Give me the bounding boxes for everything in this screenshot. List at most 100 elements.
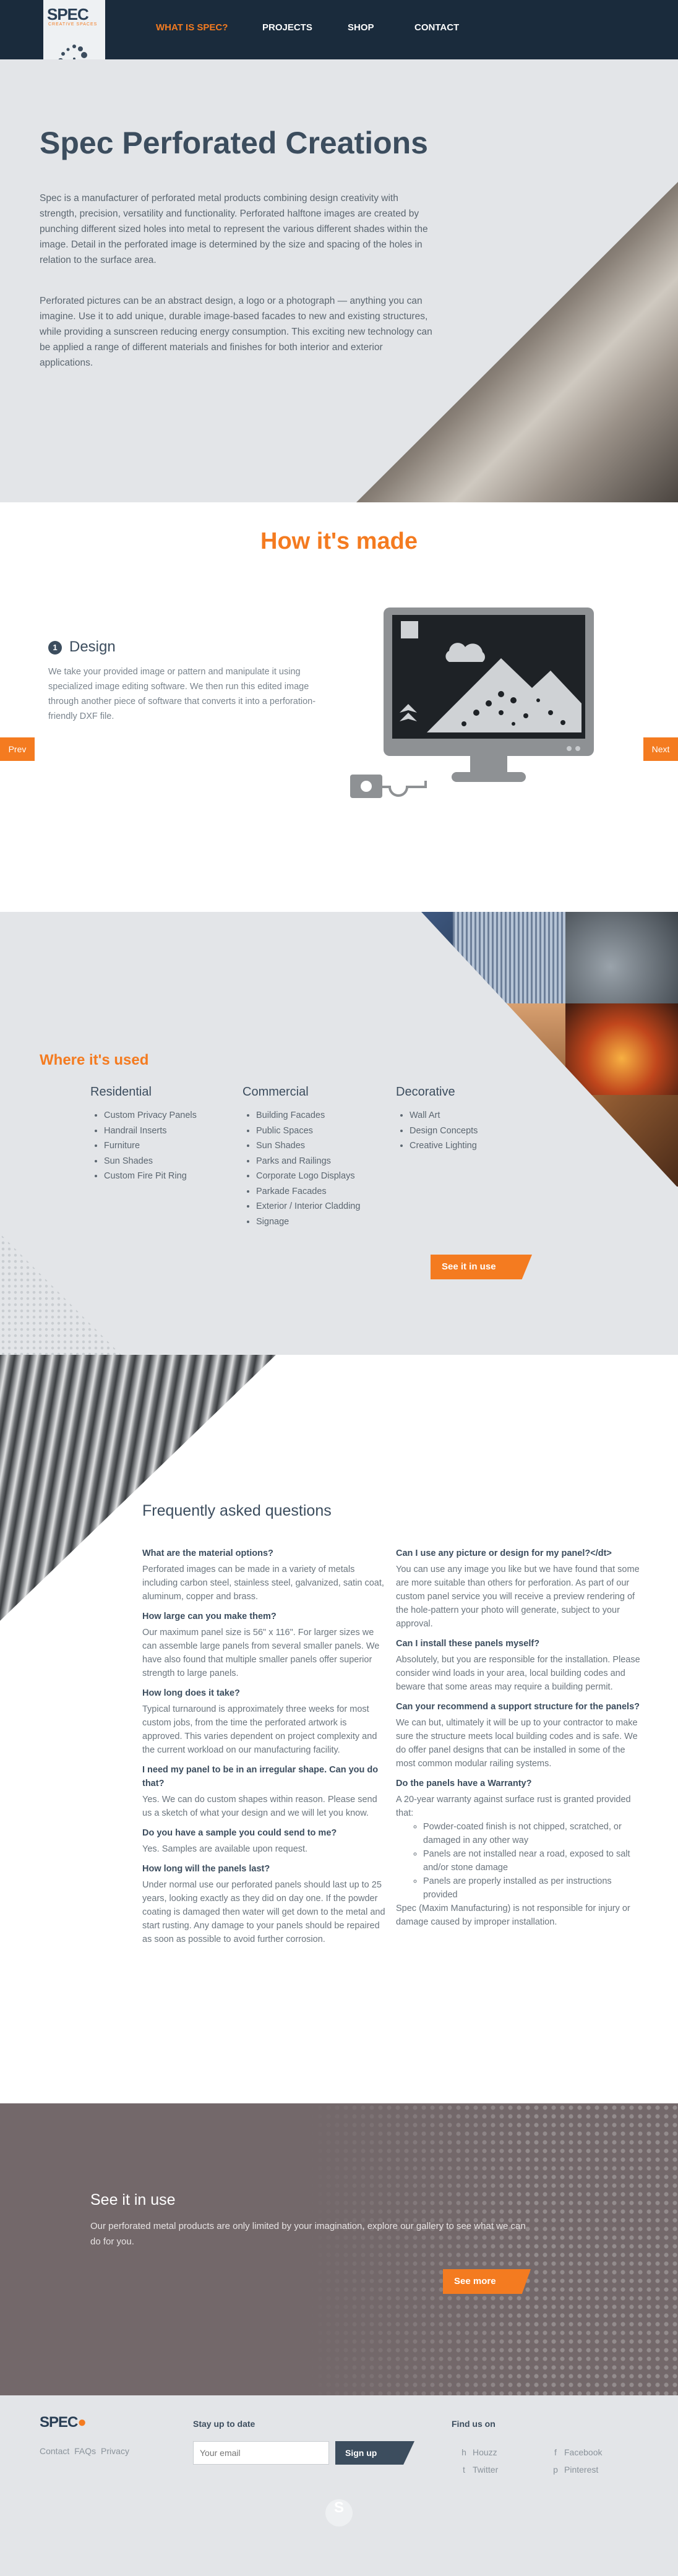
faq-question: Can I use any picture or design for my p…: [396, 1548, 612, 1558]
sign-up-button[interactable]: Sign up: [335, 2441, 414, 2465]
stay-up-to-date-heading: Stay up to date: [193, 2419, 255, 2429]
faq-right-column: Can I use any picture or design for my p…: [396, 1540, 643, 1929]
faq-question: How long will the panels last?: [142, 1864, 270, 1874]
email-field[interactable]: [193, 2441, 329, 2465]
where-title: Where it's used: [40, 1052, 149, 1068]
faq-answer: Our maximum panel size is 56" x 116". Fo…: [142, 1628, 380, 1678]
footer-link-faqs[interactable]: FAQs: [74, 2446, 96, 2456]
list-item: Panels are not installed near a road, ex…: [423, 1847, 643, 1874]
faq-question: I need my panel to be in an irregular sh…: [142, 1765, 379, 1788]
footer-logo[interactable]: SPEC●: [40, 2414, 87, 2431]
hero-section: Spec Perforated Creations Spec is a manu…: [0, 59, 678, 502]
residential-column: Residential Custom Privacy Panels Handra…: [90, 1085, 197, 1184]
footer-link-contact[interactable]: Contact: [40, 2446, 69, 2456]
brand-mark-icon: S: [325, 2499, 353, 2527]
logo-tagline: CREATIVE SPACES: [48, 22, 98, 27]
faq-answer: Spec (Maxim Manufacturing) is not respon…: [396, 1904, 630, 1927]
decorative-heading: Decorative: [396, 1085, 455, 1099]
footer-link-privacy[interactable]: Privacy: [101, 2446, 129, 2456]
nav-contact[interactable]: CONTACT: [414, 22, 459, 33]
dot-pattern-decoration: [0, 1234, 124, 1355]
monitor-illustration: [350, 608, 594, 798]
list-item: Design Concepts: [410, 1123, 478, 1139]
faq-question: Do the panels have a Warranty?: [396, 1779, 532, 1788]
list-item: Wall Art: [410, 1108, 478, 1123]
see-it-title: See it in use: [90, 2191, 176, 2209]
step-title: Design: [69, 638, 116, 655]
facebook-icon: f: [554, 2447, 557, 2457]
faq-question: Do you have a sample you could send to m…: [142, 1828, 337, 1838]
faq-answer: Typical turnaround is approximately thre…: [142, 1704, 377, 1755]
find-us-heading: Find us on: [452, 2419, 496, 2429]
list-item: Corporate Logo Displays: [256, 1169, 360, 1184]
residential-heading: Residential: [90, 1085, 152, 1099]
faq-answer: We can but, ultimately it will be up to …: [396, 1718, 638, 1769]
list-item: Custom Fire Pit Ring: [104, 1169, 197, 1184]
list-item: Parks and Railings: [256, 1154, 360, 1169]
list-item: Panels are properly installed as per ins…: [423, 1874, 643, 1902]
prev-button[interactable]: Prev: [0, 737, 35, 761]
step-number: 1: [48, 641, 62, 655]
faq-answer: Yes. Samples are available upon request.: [142, 1844, 308, 1854]
list-item: Handrail Inserts: [104, 1123, 197, 1139]
where-its-used-section: Where it's used Residential Custom Priva…: [0, 912, 678, 1355]
nav-projects[interactable]: PROJECTS: [262, 22, 312, 33]
step-text: We take your provided image or pattern a…: [48, 667, 316, 721]
next-button[interactable]: Next: [643, 737, 678, 761]
twitter-link[interactable]: t Twitter: [459, 2465, 498, 2475]
faq-question: How long does it take?: [142, 1688, 240, 1698]
faq-question: How large can you make them?: [142, 1612, 277, 1621]
how-its-made-section: How it's made 1 Design We take your prov…: [0, 502, 678, 912]
footer-logo-text: SPEC: [40, 2414, 78, 2431]
houzz-icon: h: [461, 2447, 466, 2457]
facebook-link[interactable]: f Facebook: [551, 2447, 602, 2457]
pinterest-icon: p: [553, 2465, 558, 2475]
list-item: Parkade Facades: [256, 1184, 360, 1200]
twitter-icon: t: [463, 2465, 465, 2475]
list-item: Building Facades: [256, 1108, 360, 1123]
see-it-in-use-section: See it in use Our perforated metal produ…: [0, 2103, 678, 2395]
list-item: Furniture: [104, 1138, 197, 1154]
faq-question: What are the material options?: [142, 1548, 273, 1558]
nav-what-is-spec[interactable]: WHAT IS SPEC?: [156, 22, 228, 33]
faq-answer: Yes. We can do custom shapes within reas…: [142, 1795, 377, 1818]
faq-answer: Under normal use our perforated panels s…: [142, 1880, 385, 1944]
usage-photo-collage: [421, 912, 678, 1188]
commercial-column: Commercial Building Facades Public Space…: [242, 1085, 360, 1229]
decorative-column: Decorative Wall Art Design Concepts Crea…: [396, 1085, 478, 1154]
faq-section: Frequently asked questions What are the …: [0, 1355, 678, 2103]
commercial-heading: Commercial: [242, 1085, 309, 1099]
hero-paragraph-1: Spec is a manufacturer of perforated met…: [40, 193, 428, 265]
list-item: Sun Shades: [256, 1138, 360, 1154]
footer-links: Contact FAQs Privacy: [40, 2446, 132, 2456]
houzz-link[interactable]: h Houzz: [459, 2447, 497, 2457]
faq-answer: Absolutely, but you are responsible for …: [396, 1655, 640, 1692]
pinterest-link[interactable]: p Pinterest: [551, 2465, 598, 2475]
twitter-label: Twitter: [473, 2465, 499, 2475]
pinterest-label: Pinterest: [564, 2465, 599, 2475]
list-item: Sun Shades: [104, 1154, 197, 1169]
see-it-text: Our perforated metal products are only l…: [90, 2221, 526, 2247]
list-item: Powder-coated finish is not chipped, scr…: [423, 1820, 643, 1847]
faq-answer: Perforated images can be made in a varie…: [142, 1565, 384, 1602]
nav-shop[interactable]: SHOP: [348, 22, 374, 33]
how-its-made-title: How it's made: [260, 528, 418, 554]
list-item: Creative Lighting: [410, 1138, 478, 1154]
dot-pattern-background: [307, 2103, 678, 2395]
faq-question: Can your recommend a support structure f…: [396, 1702, 640, 1712]
houzz-label: Houzz: [473, 2447, 497, 2457]
footer: SPEC● Contact FAQs Privacy Stay up to da…: [0, 2395, 678, 2576]
list-item: Exterior / Interior Cladding: [256, 1199, 360, 1214]
faq-left-column: What are the material options? Perforate…: [142, 1540, 387, 1946]
list-item: Signage: [256, 1214, 360, 1230]
faq-question: Can I install these panels myself?: [396, 1639, 540, 1649]
logo-text: SPEC: [47, 5, 89, 24]
warranty-conditions: Powder-coated finish is not chipped, scr…: [396, 1820, 643, 1902]
faq-answer: A 20-year warranty against surface rust …: [396, 1795, 631, 1818]
page-title: Spec Perforated Creations: [40, 126, 428, 160]
faq-title: Frequently asked questions: [142, 1502, 332, 1519]
see-more-button[interactable]: See more: [443, 2269, 531, 2294]
see-it-in-use-button[interactable]: See it in use: [431, 1255, 532, 1279]
facebook-label: Facebook: [564, 2447, 603, 2457]
faq-answer: You can use any image you like but we ha…: [396, 1565, 640, 1629]
